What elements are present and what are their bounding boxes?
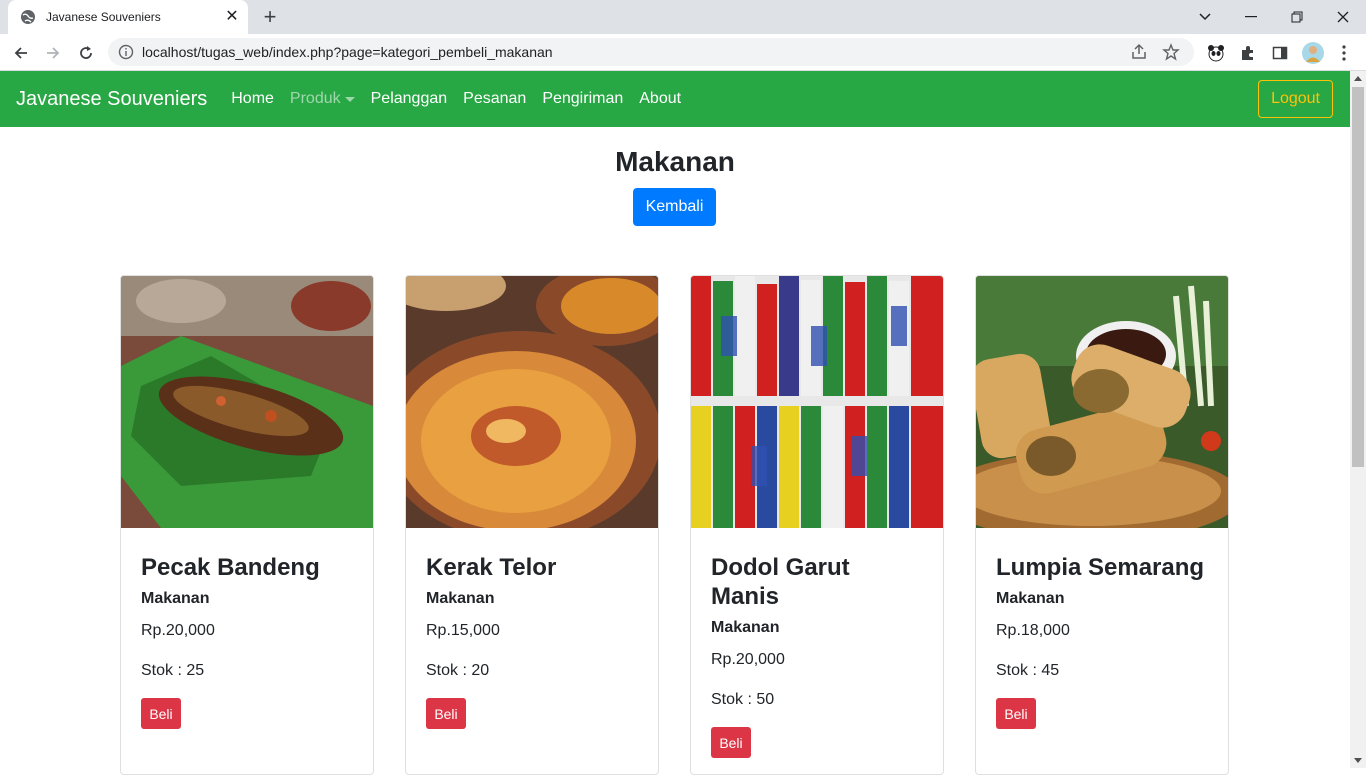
- panda-extension-icon[interactable]: [1206, 43, 1226, 63]
- tab-search-icon[interactable]: [1182, 0, 1228, 34]
- beli-button[interactable]: Beli: [426, 698, 466, 729]
- product-name: Lumpia Semarang: [996, 554, 1205, 581]
- product-category: Makanan: [426, 590, 495, 607]
- caret-down-icon: [344, 96, 355, 102]
- back-arrow-icon[interactable]: [8, 40, 34, 66]
- scroll-up-icon[interactable]: [1354, 76, 1362, 81]
- product-stock: Stok : 25: [141, 662, 205, 679]
- puzzle-icon[interactable]: [1238, 43, 1258, 63]
- product-category: Makanan: [711, 619, 780, 636]
- product-card: Lumpia Semarang Makanan Rp.18,000 Stok :…: [975, 275, 1229, 775]
- product-category: Makanan: [996, 590, 1065, 607]
- kembali-button[interactable]: Kembali: [633, 188, 716, 226]
- avatar[interactable]: [1302, 42, 1324, 64]
- restore-icon[interactable]: [1274, 0, 1320, 34]
- address-toolbar: localhost/tugas_web/index.php?page=kateg…: [0, 34, 1366, 71]
- beli-button[interactable]: Beli: [711, 727, 751, 758]
- forward-arrow-icon[interactable]: [40, 40, 66, 66]
- nav-about[interactable]: About: [639, 90, 681, 108]
- nav-pelanggan[interactable]: Pelanggan: [371, 90, 448, 108]
- reload-icon[interactable]: [73, 40, 99, 66]
- url-text[interactable]: localhost/tugas_web/index.php?page=kateg…: [142, 44, 1130, 60]
- kebab-menu-icon[interactable]: [1334, 43, 1354, 63]
- product-name: Dodol Garut Manis: [711, 554, 850, 610]
- logout-button[interactable]: Logout: [1258, 80, 1333, 118]
- product-name: Kerak Telor: [426, 554, 557, 581]
- tab-title: Javanese Souveniers: [46, 10, 161, 24]
- minimize-icon[interactable]: [1228, 0, 1274, 34]
- product-category: Makanan: [141, 590, 210, 607]
- product-price: Rp.20,000: [711, 651, 785, 668]
- product-image: [691, 276, 943, 528]
- beli-button[interactable]: Beli: [141, 698, 181, 729]
- product-stock: Stok : 50: [711, 691, 775, 708]
- star-icon[interactable]: [1162, 43, 1180, 61]
- page-scrollbar[interactable]: [1350, 71, 1366, 768]
- product-name: Pecak Bandeng: [141, 554, 320, 581]
- nav-pesanan[interactable]: Pesanan: [463, 90, 526, 108]
- scrollbar-thumb[interactable]: [1352, 87, 1364, 467]
- plus-icon[interactable]: +: [258, 5, 282, 29]
- product-card: Pecak Bandeng Makanan Rp.20,000 Stok : 2…: [120, 275, 374, 775]
- side-panel-icon[interactable]: [1270, 43, 1290, 63]
- browser-tab-bar: Javanese Souveniers ✕ +: [0, 0, 1366, 34]
- product-stock: Stok : 45: [996, 662, 1060, 679]
- product-stock: Stok : 20: [426, 662, 490, 679]
- window-close-icon[interactable]: [1320, 0, 1366, 34]
- browser-tab[interactable]: Javanese Souveniers ✕: [8, 0, 248, 34]
- nav-home[interactable]: Home: [231, 90, 274, 108]
- product-card: Dodol Garut Manis Makanan Rp.20,000 Stok…: [690, 275, 944, 775]
- product-price: Rp.18,000: [996, 622, 1070, 639]
- nav-produk-label: Produk: [289, 90, 341, 107]
- page-title: Makanan: [615, 146, 735, 177]
- nav-pengiriman[interactable]: Pengiriman: [542, 90, 623, 108]
- info-icon[interactable]: [118, 44, 134, 60]
- omnibox[interactable]: localhost/tugas_web/index.php?page=kateg…: [108, 38, 1194, 66]
- product-image: [976, 276, 1228, 541]
- product-price: Rp.15,000: [426, 622, 500, 639]
- product-image: [406, 276, 658, 541]
- close-icon[interactable]: ✕: [224, 9, 240, 25]
- site-navbar: Javanese Souveniers Home Produk Pelangga…: [0, 71, 1350, 127]
- product-price: Rp.20,000: [141, 622, 215, 639]
- product-image: [121, 276, 373, 528]
- nav-produk-dropdown[interactable]: Produk: [290, 90, 355, 108]
- share-icon[interactable]: [1130, 43, 1148, 61]
- globe-icon: [21, 10, 35, 24]
- product-card: Kerak Telor Makanan Rp.15,000 Stok : 20 …: [405, 275, 659, 775]
- scroll-down-icon[interactable]: [1354, 758, 1362, 763]
- navbar-brand[interactable]: Javanese Souveniers: [16, 88, 207, 111]
- beli-button[interactable]: Beli: [996, 698, 1036, 729]
